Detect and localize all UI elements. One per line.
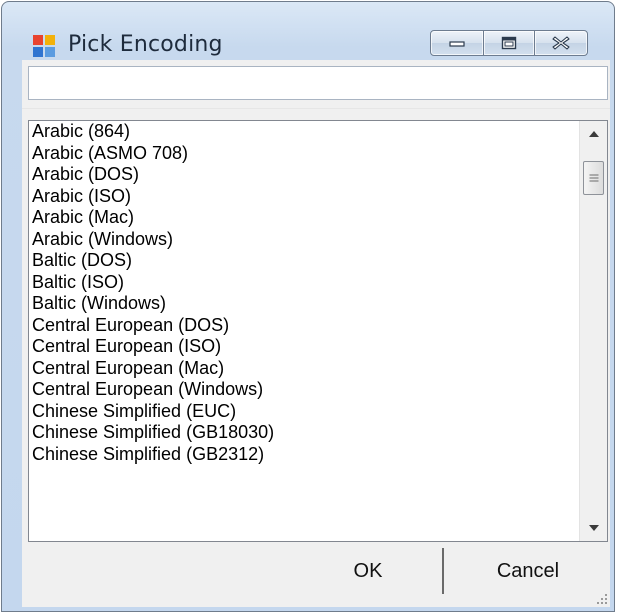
minimize-button[interactable] [430,30,484,56]
maximize-button[interactable] [483,30,535,56]
encoding-list-item[interactable]: Baltic (Windows) [29,293,579,315]
resize-grip-icon[interactable] [596,593,608,605]
scroll-up-button[interactable] [580,121,607,147]
encoding-list-item[interactable]: Central European (Mac) [29,358,579,380]
encoding-list-item[interactable]: Baltic (ISO) [29,272,579,294]
encoding-list: Arabic (864) Arabic (ASMO 708) Arabic (DOS… [29,121,579,541]
pick-encoding-dialog: Pick Encoding Arabic (864) Arabic (ASMO 7… [1,1,615,612]
encoding-list-item[interactable]: Chinese Simplified (GB18030) [29,422,579,444]
dialog-client-area: Arabic (864) Arabic (ASMO 708) Arabic (DOS… [22,60,610,607]
encoding-list-item[interactable]: Arabic (864) [29,121,579,143]
separator [22,108,610,109]
title-bar[interactable]: Pick Encoding [2,2,614,60]
scrollbar-thumb[interactable] [583,161,604,195]
encoding-list-item[interactable]: Central European (Windows) [29,379,579,401]
encoding-list-item[interactable]: Arabic (ASMO 708) [29,143,579,165]
encoding-list-item[interactable]: Chinese Simplified (GB2312) [29,444,579,466]
encoding-listbox[interactable]: Arabic (864) Arabic (ASMO 708) Arabic (DOS… [28,120,608,542]
encoding-list-item[interactable]: Baltic (DOS) [29,250,579,272]
vertical-scrollbar[interactable] [579,121,607,541]
close-icon [552,36,570,50]
encoding-list-item[interactable]: Arabic (DOS) [29,164,579,186]
maximize-icon [501,36,517,50]
encoding-filter-input[interactable] [28,66,608,100]
scroll-down-arrow-icon [588,525,599,531]
scroll-up-arrow-icon [588,131,599,137]
cancel-button[interactable]: Cancel [446,548,610,594]
close-button[interactable] [534,30,588,56]
encoding-list-item[interactable]: Arabic (ISO) [29,186,579,208]
grip-lines-icon [589,174,598,182]
scroll-down-button[interactable] [580,515,607,541]
encoding-list-item[interactable]: Central European (ISO) [29,336,579,358]
encoding-list-item[interactable]: Arabic (Windows) [29,229,579,251]
encoding-list-item[interactable]: Arabic (Mac) [29,207,579,229]
encoding-list-item[interactable]: Central European (DOS) [29,315,579,337]
window-title: Pick Encoding [68,32,223,57]
minimize-icon [449,41,465,47]
ok-button[interactable]: OK [294,548,444,594]
encoding-list-item[interactable]: Chinese Simplified (EUC) [29,401,579,423]
app-window-icon [33,35,55,57]
